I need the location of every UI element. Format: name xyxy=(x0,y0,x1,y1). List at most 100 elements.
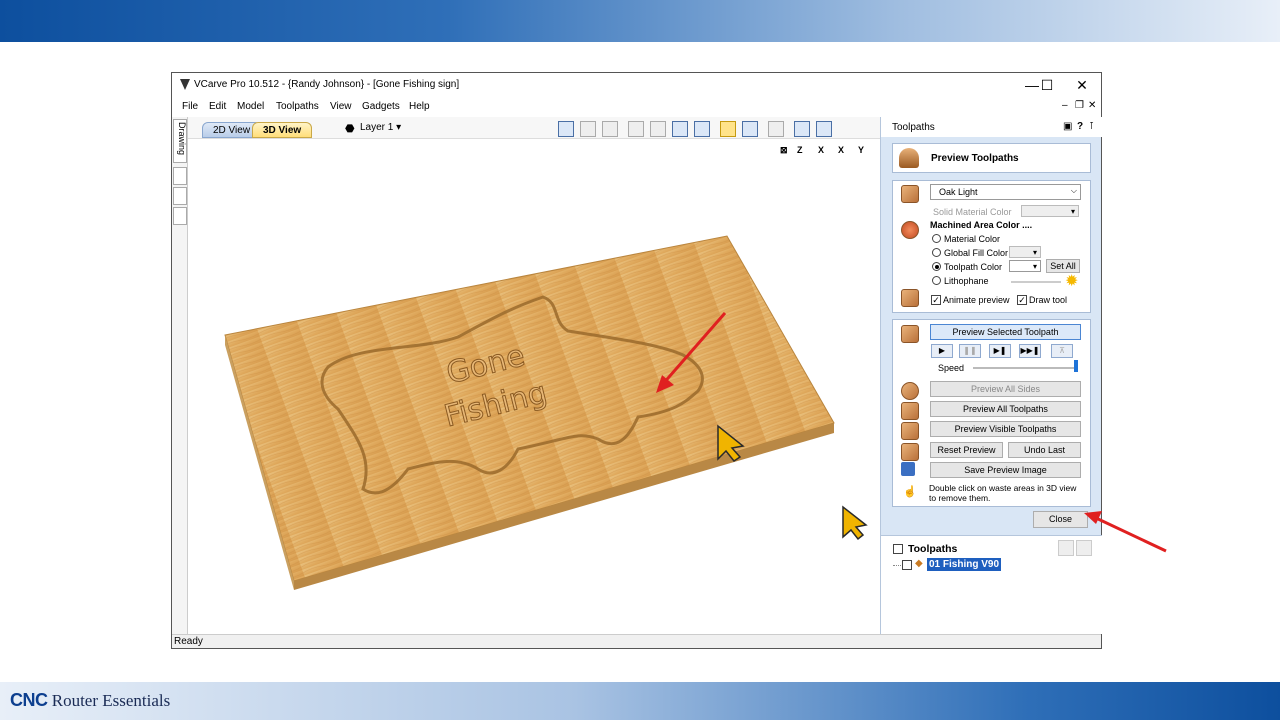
play-button[interactable]: ▶ xyxy=(931,344,953,358)
solid-color-picker: ▾ xyxy=(1021,205,1079,217)
vcarve-window: VCarve Pro 10.512 - {Randy Johnson} - [G… xyxy=(171,72,1102,649)
undo-last-button[interactable]: Undo Last xyxy=(1008,442,1081,458)
fast-forward-button[interactable]: ▶▶❚ xyxy=(1019,344,1041,358)
close-pointer-arrow xyxy=(1084,511,1167,553)
grid-icon[interactable] xyxy=(602,121,618,137)
toolpaths-master-checkbox[interactable] xyxy=(893,544,903,554)
maximize-button[interactable]: ☐ xyxy=(1032,75,1062,95)
menu-model[interactable]: Model xyxy=(237,101,264,112)
solid-material-color-label: Solid Material Color xyxy=(933,207,1012,217)
preview-all-toolpaths-button[interactable]: Preview All Toolpaths xyxy=(930,401,1081,417)
status-bar: Ready xyxy=(172,634,1101,648)
select-tool-icon[interactable] xyxy=(558,121,574,137)
drawing-tab[interactable]: Drawing xyxy=(173,119,187,163)
draw-tool-label: Draw tool xyxy=(1029,295,1068,305)
pointer-hint-icon: ☝ xyxy=(903,486,917,498)
layer-dropdown[interactable]: Layer 1 ▾ xyxy=(360,122,401,133)
menu-toolpaths[interactable]: Toolpaths xyxy=(276,101,319,112)
animate-preview-checkbox[interactable]: ✓ xyxy=(931,295,941,305)
mdi-restore-button[interactable]: ❐ xyxy=(1075,100,1084,111)
menu-help[interactable]: Help xyxy=(409,101,430,112)
top-banner xyxy=(0,0,1280,42)
preview-controls-box: Preview Selected Toolpath ▶ ❚❚ ▶❚ ▶▶❚ ⊼ … xyxy=(892,319,1091,507)
menu-gadgets[interactable]: Gadgets xyxy=(362,101,400,112)
zoom-extents-icon[interactable] xyxy=(672,121,688,137)
mdi-minimize-button[interactable]: – xyxy=(1062,100,1068,111)
move-up-icon[interactable] xyxy=(1058,540,1074,556)
pause-button[interactable]: ❚❚ xyxy=(959,344,981,358)
zoom-selected-icon[interactable] xyxy=(694,121,710,137)
split-v-icon[interactable] xyxy=(816,121,832,137)
toggle-model-icon[interactable] xyxy=(720,121,736,137)
side-tab-3[interactable] xyxy=(173,187,187,205)
toggle-toolpath-icon[interactable] xyxy=(742,121,758,137)
transform-icon[interactable] xyxy=(580,121,596,137)
preview-visible-icon xyxy=(901,422,919,440)
machined-area-icon xyxy=(901,221,919,239)
preview-all-icon xyxy=(901,402,919,420)
material-settings-box: Oak Light ⌵ Solid Material Color ▾ Machin… xyxy=(892,180,1091,313)
material-dropdown[interactable]: Oak Light ⌵ xyxy=(930,184,1081,200)
side-tab-4[interactable] xyxy=(173,207,187,225)
pin-icon[interactable]: ⊺ xyxy=(1089,121,1094,132)
window-title: VCarve Pro 10.512 - {Randy Johnson} - [G… xyxy=(194,79,460,90)
animate-preview-label: Animate preview xyxy=(943,295,1010,305)
left-side-tabs: Drawing xyxy=(172,117,188,640)
machined-area-color-label: Machined Area Color .... xyxy=(930,220,1033,230)
hint-line-2: to remove them. xyxy=(929,493,991,503)
view-toolbar: 2D View 3D View ⬣ Layer 1 ▾ xyxy=(188,117,880,139)
all-sides-icon xyxy=(901,382,919,400)
brand-logo: CNC Router Essentials xyxy=(10,690,171,710)
toolpath-checkbox[interactable] xyxy=(902,560,912,570)
toolpath-color-picker[interactable]: ▾ xyxy=(1009,260,1041,272)
draw-tool-checkbox[interactable]: ✓ xyxy=(1017,295,1027,305)
split-h-icon[interactable] xyxy=(794,121,810,137)
tab-3d-view[interactable]: 3D View xyxy=(252,122,313,138)
reset-icon xyxy=(901,443,919,461)
preview-title: Preview Toolpaths xyxy=(931,153,1019,164)
save-preview-image-button[interactable]: Save Preview Image xyxy=(930,462,1081,478)
radio-lithophane-label: Lithophane xyxy=(944,276,989,286)
toolpath-item[interactable]: 01 Fishing V90 xyxy=(927,558,1002,571)
wood-sign-model: Gone Fishing xyxy=(224,235,868,590)
preview-all-sides-button[interactable]: Preview All Sides xyxy=(930,381,1081,397)
panel-options-icon[interactable]: ▣ xyxy=(1063,121,1072,132)
hint-line-1: Double click on waste areas in 3D view xyxy=(929,483,1077,493)
save-icon xyxy=(901,462,915,476)
help-icon[interactable]: ? xyxy=(1077,121,1083,132)
pan-icon[interactable] xyxy=(628,121,644,137)
preview-selected-toolpath-button[interactable]: Preview Selected Toolpath xyxy=(930,324,1081,340)
speed-slider-thumb[interactable] xyxy=(1074,360,1078,372)
menu-view[interactable]: View xyxy=(330,101,352,112)
sun-icon: ✹ xyxy=(1065,273,1079,290)
vcarve-icon: ◆ xyxy=(915,558,923,569)
app-logo-icon xyxy=(180,79,190,90)
title-bar: VCarve Pro 10.512 - {Randy Johnson} - [G… xyxy=(172,73,1101,97)
menu-edit[interactable]: Edit xyxy=(209,101,226,112)
tree-connector xyxy=(893,565,901,566)
reset-preview-button[interactable]: Reset Preview xyxy=(930,442,1003,458)
radio-material-color-label: Material Color xyxy=(944,234,1001,244)
mdi-close-button[interactable]: ✕ xyxy=(1088,100,1096,111)
radio-global-fill-color[interactable] xyxy=(932,248,941,257)
radio-material-color[interactable] xyxy=(932,234,941,243)
preview-selected-icon xyxy=(901,325,919,343)
zoom-box-icon[interactable] xyxy=(650,121,666,137)
close-window-button[interactable]: ✕ xyxy=(1067,75,1097,95)
material-icon xyxy=(901,185,919,203)
3d-view-area[interactable]: ⊠ Z X X Y Gone Fishing xyxy=(188,139,880,640)
menu-file[interactable]: File xyxy=(182,101,198,112)
radio-toolpath-color[interactable] xyxy=(932,262,941,271)
panel-header: Toolpaths ▣ ? ⊺ xyxy=(881,117,1102,137)
menu-bar: File Edit Model Toolpaths View Gadgets H… xyxy=(172,97,1101,117)
speed-slider[interactable] xyxy=(973,367,1077,369)
global-fill-color-picker: ▾ xyxy=(1009,246,1041,258)
side-tab-2[interactable] xyxy=(173,167,187,185)
step-button[interactable]: ▶❚ xyxy=(989,344,1011,358)
render-icon[interactable] xyxy=(768,121,784,137)
lithophane-slider xyxy=(1011,281,1061,283)
cursor-icon-2 xyxy=(842,505,868,541)
stop-button[interactable]: ⊼ xyxy=(1051,344,1073,358)
radio-lithophane[interactable] xyxy=(932,276,941,285)
preview-visible-toolpaths-button[interactable]: Preview Visible Toolpaths xyxy=(930,421,1081,437)
